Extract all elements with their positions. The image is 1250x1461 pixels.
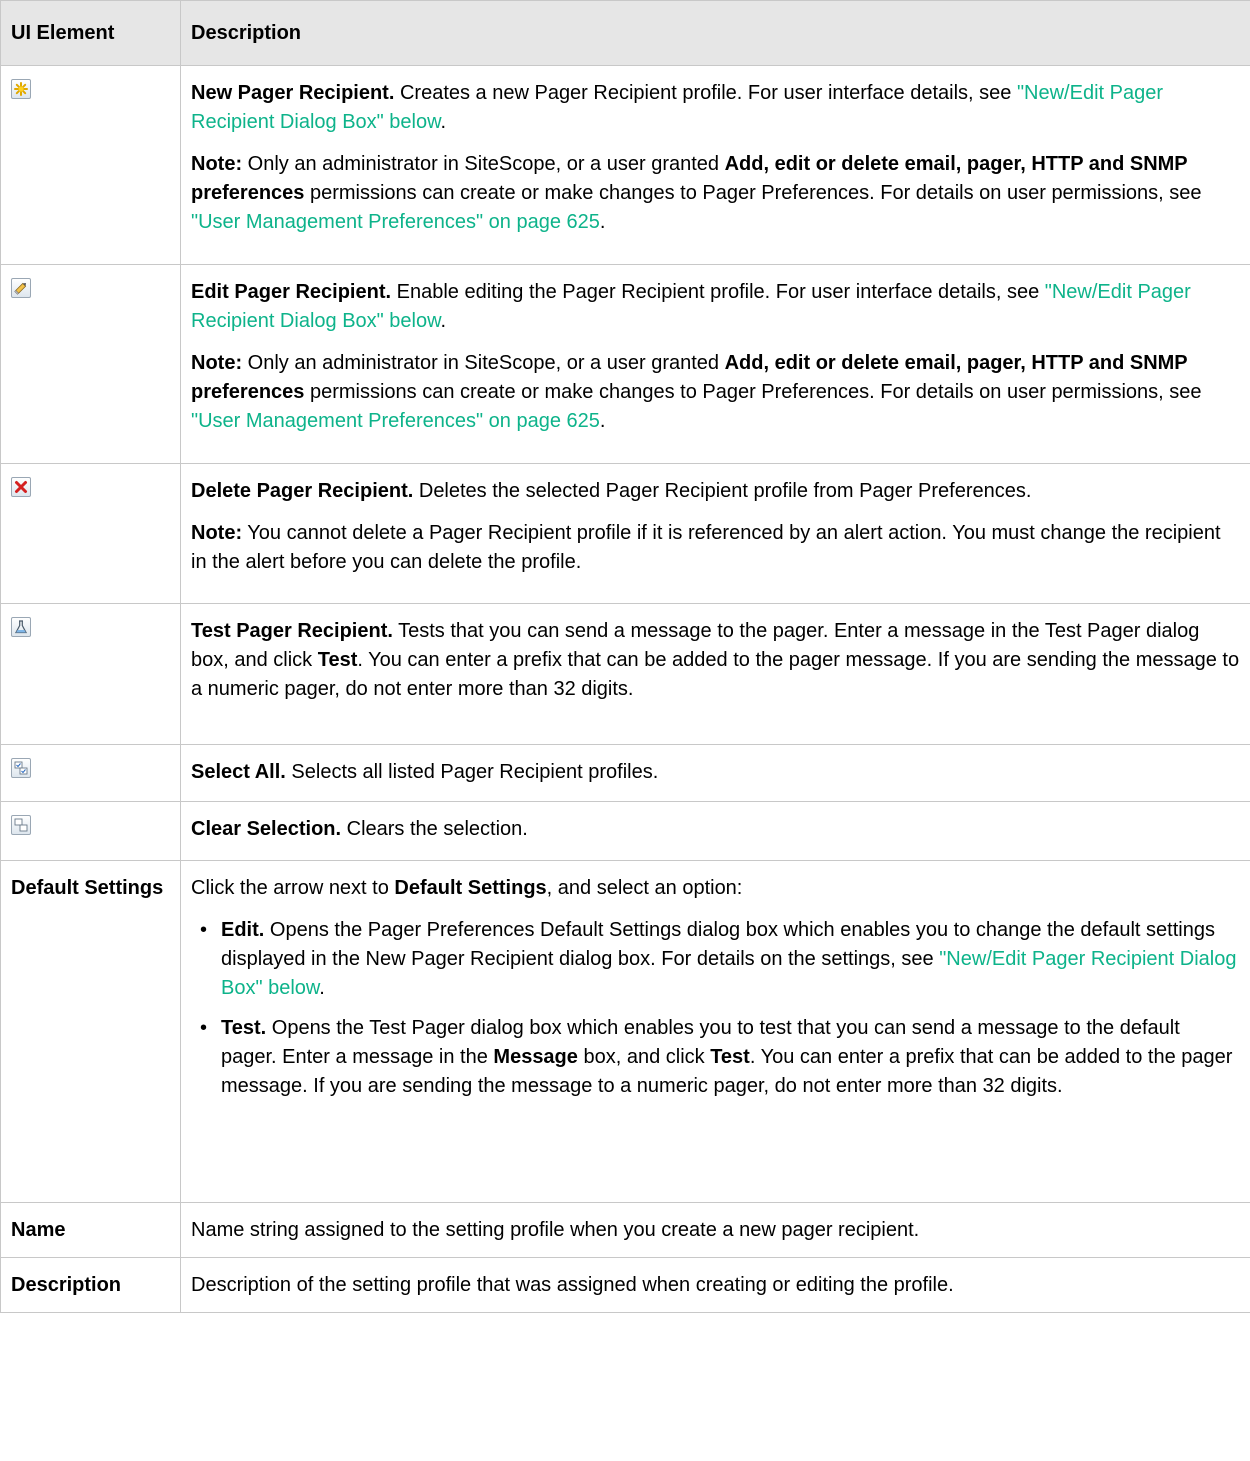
note-text: permissions can create or make changes t… xyxy=(304,381,1202,403)
flask-icon xyxy=(11,617,31,637)
default-settings-name: Default Settings xyxy=(394,877,547,899)
description-paragraph: Click the arrow next to Default Settings… xyxy=(191,874,1240,903)
description-cell: Clear Selection. Clears the selection. xyxy=(180,801,1250,861)
ui-elements-table: UI Element Description New Pager Recipie… xyxy=(0,0,1250,1313)
ui-element-cell xyxy=(0,264,181,464)
description-paragraph: Name string assigned to the setting prof… xyxy=(191,1219,920,1241)
ui-element-cell xyxy=(0,463,181,604)
punctuation: . xyxy=(440,111,447,133)
list-item-edit-option: Edit. Opens the Pager Preferences Defaul… xyxy=(191,916,1240,1003)
ui-element-name: Description xyxy=(0,1257,181,1313)
pencil-icon xyxy=(11,278,31,298)
clear-selection-icon xyxy=(11,815,31,835)
table-row-default-settings: Default Settings Click the arrow next to… xyxy=(0,860,1250,1203)
description-paragraph: Test Pager Recipient. Tests that you can… xyxy=(191,617,1240,704)
description-text: Click the arrow next to xyxy=(191,877,395,899)
note-text: You cannot delete a Pager Recipient prof… xyxy=(191,522,1221,573)
select-all-icon xyxy=(11,758,31,778)
table-row-select-all: Select All. Selects all listed Pager Rec… xyxy=(0,744,1250,802)
table-row-clear-selection: Clear Selection. Clears the selection. xyxy=(0,801,1250,861)
note-paragraph: Note: Only an administrator in SiteScope… xyxy=(191,150,1240,237)
description-paragraph: Select All. Selects all listed Pager Rec… xyxy=(191,758,1240,787)
user-management-link[interactable]: "User Management Preferences" on page 62… xyxy=(191,211,600,233)
ui-element-cell xyxy=(0,744,181,802)
note-label: Note: xyxy=(191,352,243,374)
ui-element-cell xyxy=(0,801,181,861)
message-box-name: Message xyxy=(493,1046,578,1068)
ui-element-cell xyxy=(0,603,181,745)
note-paragraph: Note: Only an administrator in SiteScope… xyxy=(191,349,1240,436)
element-title: Select All. xyxy=(191,761,286,783)
table-row-name: Name Name string assigned to the setting… xyxy=(0,1202,1250,1258)
element-title: Delete Pager Recipient. xyxy=(191,480,414,502)
description-text: Deletes the selected Pager Recipient pro… xyxy=(413,480,1032,502)
table-row-edit-pager-recipient: Edit Pager Recipient. Enable editing the… xyxy=(0,264,1250,464)
description-paragraph: New Pager Recipient. Creates a new Pager… xyxy=(191,79,1240,137)
element-title: Edit Pager Recipient. xyxy=(191,281,392,303)
description-text: Creates a new Pager Recipient profile. F… xyxy=(394,82,1017,104)
option-text: box, and click xyxy=(577,1046,711,1068)
description-cell: Test Pager Recipient. Tests that you can… xyxy=(180,603,1250,745)
table-row-description: Description Description of the setting p… xyxy=(0,1257,1250,1313)
table-header-row: UI Element Description xyxy=(0,0,1250,66)
description-text: Enable editing the Pager Recipient profi… xyxy=(391,281,1045,303)
description-paragraph: Description of the setting profile that … xyxy=(191,1274,954,1296)
description-cell: Click the arrow next to Default Settings… xyxy=(180,860,1250,1203)
ui-element-name: Name xyxy=(0,1202,181,1258)
description-text: , and select an option: xyxy=(546,877,743,899)
note-label: Note: xyxy=(191,522,243,544)
option-list: Edit. Opens the Pager Preferences Defaul… xyxy=(191,916,1240,1101)
punctuation: . xyxy=(319,977,325,999)
new-icon xyxy=(11,79,31,99)
ui-element-cell xyxy=(0,65,181,265)
list-item-test-option: Test. Opens the Test Pager dialog box wh… xyxy=(191,1014,1240,1101)
test-button-name: Test xyxy=(317,649,358,671)
column-header-ui-element: UI Element xyxy=(0,0,181,66)
description-cell: New Pager Recipient. Creates a new Pager… xyxy=(180,65,1250,265)
punctuation: . xyxy=(599,211,606,233)
note-text: Only an administrator in SiteScope, or a… xyxy=(242,352,725,374)
description-cell: Description of the setting profile that … xyxy=(180,1257,1250,1313)
table-row-test-pager-recipient: Test Pager Recipient. Tests that you can… xyxy=(0,603,1250,745)
table-row-delete-pager-recipient: Delete Pager Recipient. Deletes the sele… xyxy=(0,463,1250,604)
option-label: Edit. xyxy=(221,919,265,941)
description-paragraph: Edit Pager Recipient. Enable editing the… xyxy=(191,278,1240,336)
element-title: New Pager Recipient. xyxy=(191,82,395,104)
note-paragraph: Note: You cannot delete a Pager Recipien… xyxy=(191,519,1240,577)
note-text: permissions can create or make changes t… xyxy=(304,182,1202,204)
note-text: Only an administrator in SiteScope, or a… xyxy=(242,153,725,175)
description-cell: Edit Pager Recipient. Enable editing the… xyxy=(180,264,1250,464)
delete-icon xyxy=(11,477,31,497)
ui-element-name: Default Settings xyxy=(0,860,181,1203)
table-row-new-pager-recipient: New Pager Recipient. Creates a new Pager… xyxy=(0,65,1250,265)
note-label: Note: xyxy=(191,153,243,175)
element-title: Clear Selection. xyxy=(191,818,342,840)
description-text: Clears the selection. xyxy=(341,818,528,840)
test-button-name: Test xyxy=(710,1046,750,1068)
description-cell: Select All. Selects all listed Pager Rec… xyxy=(180,744,1250,802)
description-text: Selects all listed Pager Recipient profi… xyxy=(285,761,659,783)
punctuation: . xyxy=(440,310,447,332)
user-management-link[interactable]: "User Management Preferences" on page 62… xyxy=(191,410,600,432)
punctuation: . xyxy=(599,410,606,432)
description-cell: Name string assigned to the setting prof… xyxy=(180,1202,1250,1258)
description-paragraph: Clear Selection. Clears the selection. xyxy=(191,815,1240,844)
description-paragraph: Delete Pager Recipient. Deletes the sele… xyxy=(191,477,1240,506)
column-header-description: Description xyxy=(180,0,1250,66)
element-title: Test Pager Recipient. xyxy=(191,620,393,642)
option-label: Test. xyxy=(221,1017,267,1039)
description-cell: Delete Pager Recipient. Deletes the sele… xyxy=(180,463,1250,604)
